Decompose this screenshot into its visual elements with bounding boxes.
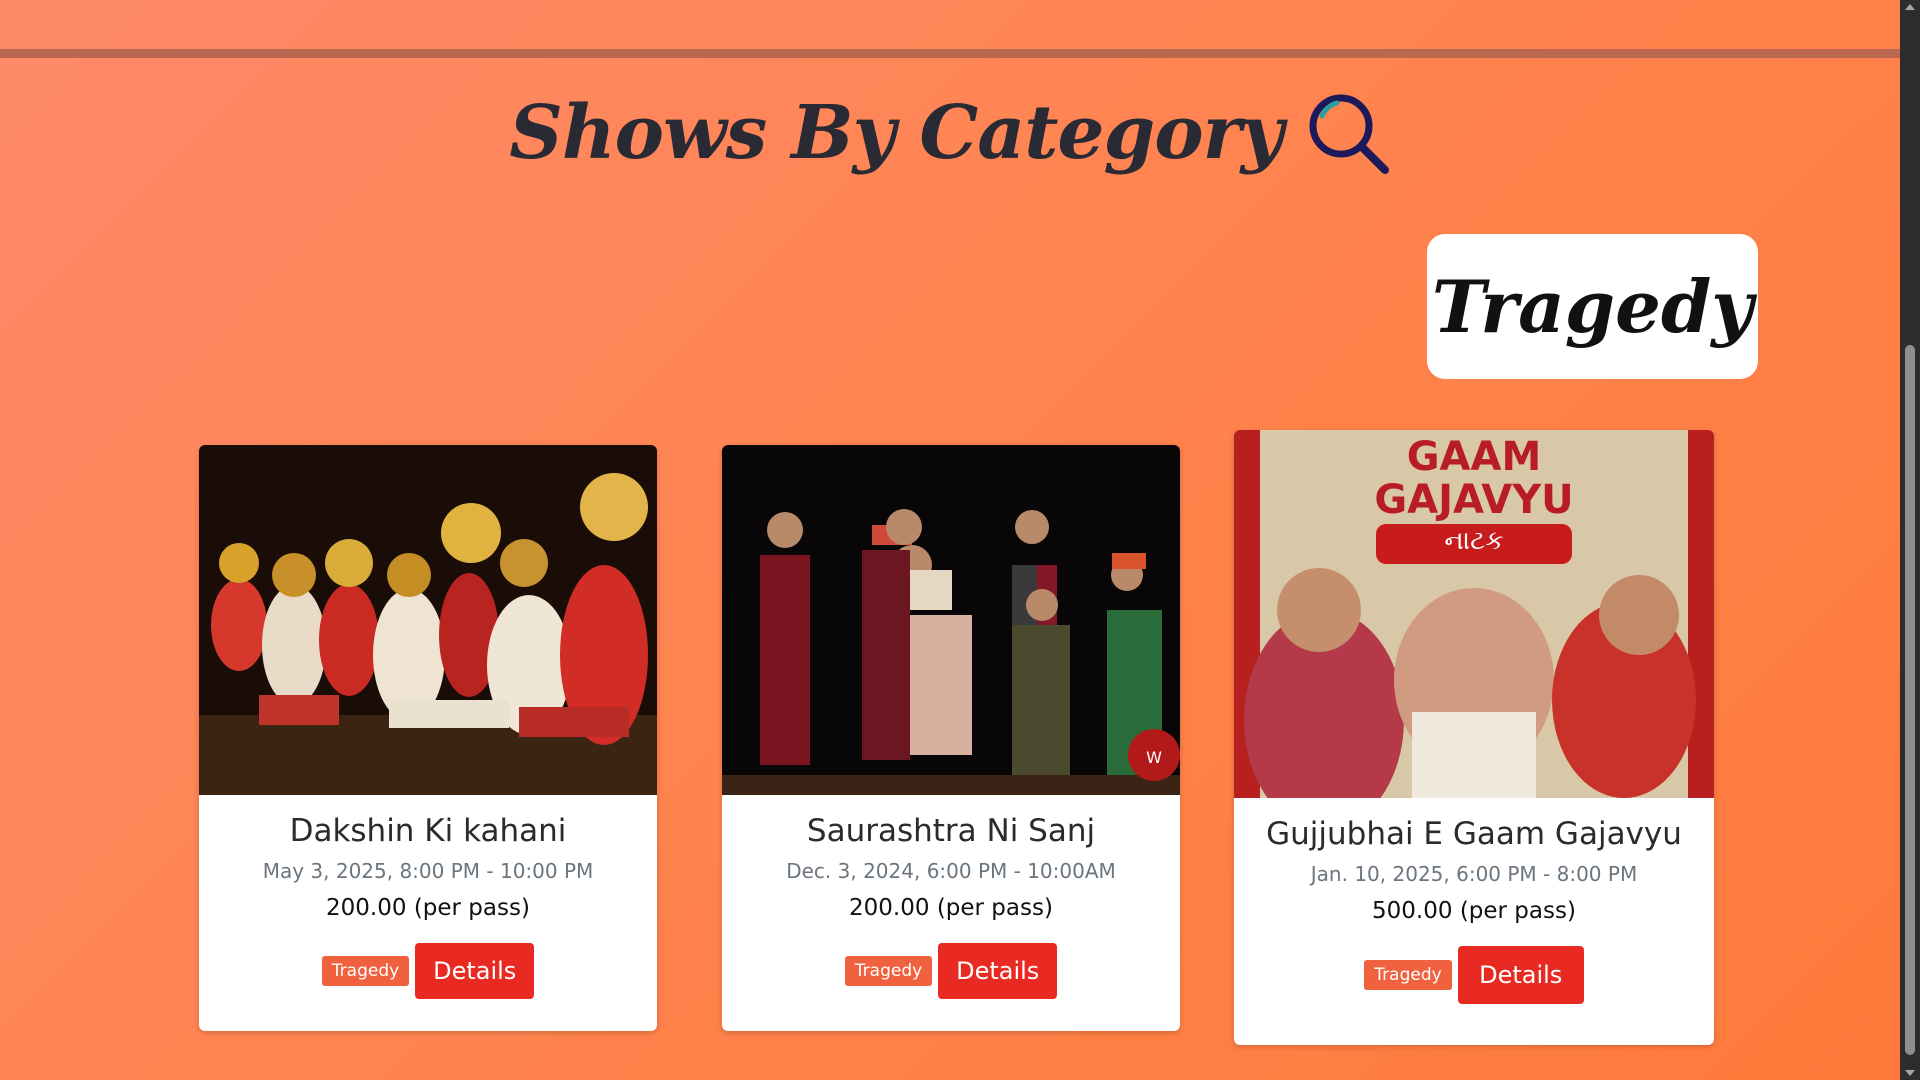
page-title: Shows By Category [509,90,1283,176]
category-filter-label: Tragedy [1427,234,1758,379]
show-price: 200.00 (per pass) [849,895,1053,921]
show-title: Saurashtra Ni Sanj [806,813,1096,849]
svg-text:W: W [1146,748,1162,767]
scroll-up-icon[interactable] [1905,4,1915,10]
show-card: Dakshin Ki kahani May 3, 2025, 8:00 PM -… [199,445,657,1031]
vertical-scrollbar[interactable] [1900,0,1920,1080]
card-actions: Tragedy Details [199,943,657,999]
category-badge: Tragedy [1364,960,1452,990]
scroll-down-icon[interactable] [1905,1070,1915,1076]
poster-title-line1: GAAM [1406,434,1542,480]
header-divider [0,49,1900,58]
card-actions: Tragedy Details [1234,946,1714,1004]
show-image: W [722,445,1180,795]
details-button[interactable]: Details [1457,946,1584,1004]
page-heading: Shows By Category [0,90,1900,176]
show-image: GAAM GAJAVYU નાટક [1234,430,1714,798]
category-badge: Tragedy [844,956,933,986]
details-button[interactable]: Details [415,943,535,999]
show-image [199,445,657,795]
scrollbar-thumb[interactable] [1905,345,1915,1055]
category-badge: Tragedy [321,956,410,986]
details-button[interactable]: Details [938,943,1058,999]
poster-tag: નાટક [1444,526,1504,556]
show-datetime: Dec. 3, 2024, 6:00 PM - 10:00AM [786,859,1116,883]
show-card: W Saurashtra Ni Sanj Dec. 3, 2024, 6:00 … [722,445,1180,1031]
show-title: Gujjubhai E Gaam Gajavyu [1266,816,1682,852]
search-icon [1309,94,1389,174]
show-card: GAAM GAJAVYU નાટક Gujjubhai E Gaam Gajav… [1234,430,1714,1045]
show-price: 200.00 (per pass) [326,895,530,921]
show-price: 500.00 (per pass) [1372,898,1576,924]
show-datetime: Jan. 10, 2025, 6:00 PM - 8:00 PM [1310,862,1638,886]
kathakali-performance-image [199,445,657,795]
category-title: Tragedy [1431,264,1754,349]
show-datetime: May 3, 2025, 8:00 PM - 10:00 PM [262,859,594,883]
stage-play-image: W [722,445,1180,795]
poster-title-line2: GAJAVYU [1374,477,1574,523]
card-actions: Tragedy Details [722,943,1180,999]
show-title: Dakshin Ki kahani [289,813,567,849]
